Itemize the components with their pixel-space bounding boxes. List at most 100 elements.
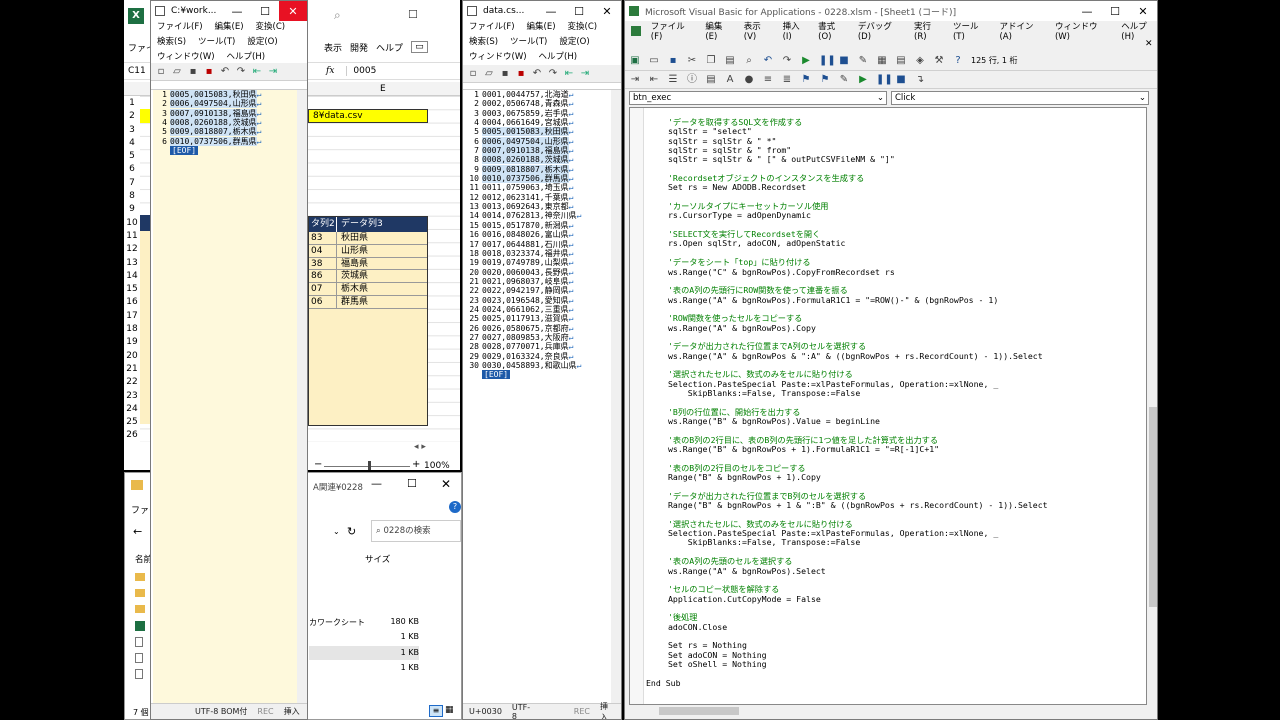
save-icon[interactable]: ▪ [187, 66, 199, 78]
run2-icon[interactable]: ▶ [857, 74, 869, 86]
editor-line[interactable]: 4 0008,0260188,茨城県↵ [153, 118, 297, 128]
row-number[interactable]: 25 [124, 416, 140, 429]
editor-line[interactable]: 5 0005,0015083,秋田県↵ [465, 127, 611, 137]
fx-icon[interactable]: fx [326, 66, 334, 76]
vba-inner-close-icon[interactable]: ✕ [1145, 39, 1153, 49]
code-hscroll-thumb[interactable] [659, 707, 739, 715]
complete-word-icon[interactable]: A [724, 74, 736, 86]
editor-line[interactable]: 8 0008,0260188,茨城県↵ [465, 155, 611, 165]
redo-icon[interactable]: ↷ [781, 55, 793, 67]
toolbox-icon[interactable]: ⚒ [933, 55, 945, 67]
explorer-dropdown-icon[interactable]: ⌄ [333, 527, 340, 536]
menu-tools[interactable]: ツール(T) [198, 36, 235, 49]
undo-icon[interactable]: ↶ [219, 66, 231, 78]
menu-settings[interactable]: 設定(O) [247, 36, 277, 49]
editor-line[interactable]: 28 0028,0770071,兵庫県↵ [465, 342, 611, 351]
undo-icon[interactable]: ↶ [531, 68, 543, 80]
code-line[interactable]: ws.Range("A" & bgnRowPos & ":A" & ((bgnR… [668, 351, 1048, 361]
nav-file-icon[interactable] [135, 669, 143, 679]
explorer-maximize-icon[interactable]: ☐ [407, 477, 417, 490]
notepad2-close-icon[interactable]: ✕ [593, 1, 621, 21]
table-row[interactable]: 83 秋田県 [309, 232, 427, 245]
notepad2-minimize-icon[interactable]: — [537, 1, 565, 21]
row-number[interactable]: 23 [124, 390, 140, 403]
paste-icon[interactable]: ▤ [724, 55, 736, 67]
explorer-tiles-view-icon[interactable]: ▦ [445, 705, 454, 715]
menu-file[interactable]: ファイル(F) [157, 21, 203, 34]
redo-icon[interactable]: ↷ [235, 66, 247, 78]
code-line[interactable]: Set rs = New ADODB.Recordset [668, 183, 1048, 193]
explorer-details-view-icon[interactable]: ≡ [429, 705, 443, 717]
notepad1-minimize-icon[interactable]: — [223, 1, 251, 21]
code-line[interactable]: End Sub [646, 678, 1048, 688]
step-into-icon[interactable]: ↴ [914, 74, 926, 86]
row-number[interactable]: 20 [124, 350, 140, 363]
redo-icon[interactable]: ↷ [547, 68, 559, 80]
nav-excel-icon[interactable] [135, 621, 145, 631]
toggle-breakpoint-icon[interactable]: ● [743, 74, 755, 86]
comment-icon[interactable]: ▭ [411, 41, 428, 53]
table-row[interactable]: 07 栃木県 [309, 283, 427, 296]
new-file-icon[interactable]: ▫ [155, 66, 167, 78]
editor-line[interactable]: 3 0007,0910138,福島県↵ [153, 108, 297, 118]
insert-mode[interactable]: 挿入 [284, 706, 300, 717]
quick-info-icon[interactable]: ⓘ [686, 74, 698, 86]
code-line[interactable] [668, 669, 1048, 678]
row-number[interactable]: 13 [124, 257, 140, 270]
reset2-icon[interactable]: ■ [895, 74, 907, 86]
cut-icon[interactable]: ✂ [686, 55, 698, 67]
menu-settings[interactable]: 設定(O) [559, 36, 589, 49]
row-number[interactable]: 7 [124, 177, 140, 190]
code-line[interactable]: rs.CursorType = adOpenDynamic [668, 211, 1048, 221]
vba-menu-addins[interactable]: アドイン(A) [999, 20, 1044, 42]
editor-line[interactable]: 25 0025,0117913,滋賀県↵ [465, 314, 611, 323]
row-number[interactable]: 24 [124, 403, 140, 416]
jump-next-icon[interactable]: ⇥ [267, 66, 279, 78]
table-row[interactable]: 86 茨城県 [309, 270, 427, 284]
path-cell[interactable]: 8¥data.csv [308, 109, 428, 123]
code-line[interactable]: ws.Range("B" & bgnRowPos).Value = beginL… [668, 416, 1048, 426]
jump-icon[interactable]: ⇤ [251, 66, 263, 78]
row-number[interactable]: 14 [124, 270, 140, 283]
explorer-refresh-icon[interactable]: ↻ [347, 525, 356, 538]
editor-line[interactable]: 9 0009,0818807,栃木県↵ [465, 164, 611, 174]
editor-line[interactable]: 14 0014,0762813,神奈川県↵ [465, 211, 611, 220]
ribbon-tab-developer[interactable]: 開発 [350, 41, 368, 54]
editor-line[interactable]: 17 0017,0644881,石川県↵ [465, 240, 611, 249]
notepad2-editor[interactable]: 1 0001,0044757,北海道↵ 2 0002,0506748,青森県↵ 3 000… [465, 90, 611, 703]
table-row[interactable]: 06 群馬県 [309, 295, 427, 309]
explorer-close-icon[interactable]: ✕ [441, 477, 451, 491]
code-line[interactable]: ws.Range("B" & bgnRowPos + 1).FormulaR1C… [668, 444, 1048, 454]
notepad1-maximize-icon[interactable]: ☐ [251, 1, 279, 21]
row-number[interactable]: 12 [124, 243, 140, 256]
help-icon[interactable]: ? [952, 55, 964, 67]
editor-line[interactable]: 21 0021,0968037,岐阜県↵ [465, 277, 611, 286]
file-row[interactable]: 1 KB [309, 663, 419, 672]
new-file-icon[interactable]: ▫ [467, 68, 479, 80]
proc-combo[interactable]: Click ⌄ [891, 91, 1149, 105]
file-row[interactable]: カワークシート 180 KB [309, 617, 419, 628]
row-number[interactable]: 6 [124, 163, 140, 176]
notepad2-scrollbar[interactable] [611, 90, 621, 703]
notepad2-maximize-icon[interactable]: ☐ [565, 1, 593, 21]
row-number[interactable]: 17 [124, 310, 140, 323]
proc-combo-arrow-icon[interactable]: ⌄ [1139, 92, 1146, 104]
code-line[interactable]: ws.Range("A" & bgnRowPos).FormulaR1C1 = … [668, 295, 1048, 305]
menu-search[interactable]: 検索(S) [157, 36, 186, 49]
editor-line[interactable]: 6 0006,0497504,山形県↵ [465, 136, 611, 146]
jump-icon[interactable]: ⇤ [563, 68, 575, 80]
vba-menu-format[interactable]: 書式(O) [818, 20, 848, 42]
editor-line[interactable]: 2 0002,0506748,青森県↵ [465, 99, 611, 108]
excel-search-icon[interactable]: ⌕ [334, 8, 341, 23]
editor-line[interactable]: 16 0016,0848026,富山県↵ [465, 230, 611, 239]
vba-menu-window[interactable]: ウィンドウ(W) [1055, 20, 1111, 42]
code-line[interactable]: SkipBlanks:=False, Transpose:=False [668, 538, 1048, 548]
vba-menu-tools[interactable]: ツール(T) [953, 20, 990, 42]
design-mode-icon[interactable]: ✎ [857, 55, 869, 67]
save-as-icon[interactable]: ▪ [203, 66, 215, 78]
code-vscrollbar[interactable] [1147, 107, 1157, 705]
nav-folder-icon[interactable] [135, 589, 145, 597]
vba-minimize-icon[interactable]: — [1073, 1, 1101, 21]
editor-line[interactable]: 2 0006,0497504,山形県↵ [153, 99, 297, 109]
notepad1-close-icon[interactable]: ✕ [279, 1, 307, 21]
